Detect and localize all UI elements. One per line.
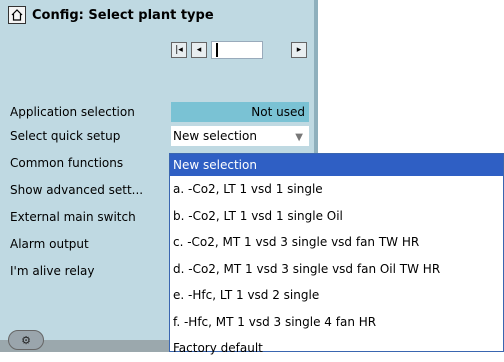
dropdown-option[interactable]: e. -Hfc, LT 1 vsd 2 single <box>170 282 503 309</box>
dropdown-option[interactable]: b. -Co2, LT 1 vsd 1 single Oil <box>170 203 503 230</box>
page-title: Config: Select plant type <box>32 7 214 23</box>
skip-first-icon[interactable]: |◂ <box>171 42 187 58</box>
home-icon[interactable] <box>8 6 26 24</box>
row-label-quick-setup: Select quick setup <box>10 129 121 143</box>
device-icon[interactable]: ⚙ <box>8 330 44 350</box>
quick-setup-dropdown: New selection a. -Co2, LT 1 vsd 1 single… <box>169 153 504 355</box>
dropdown-option[interactable]: f. -Hfc, MT 1 vsd 3 single 4 fan HR <box>170 309 503 336</box>
dropdown-option[interactable]: d. -Co2, MT 1 vsd 3 single vsd fan Oil T… <box>170 256 503 283</box>
row-label-main-switch[interactable]: External main switch <box>10 207 136 227</box>
title-bar: Config: Select plant type <box>8 6 214 24</box>
row-label-advanced[interactable]: Show advanced sett... <box>10 180 143 200</box>
chevron-down-icon[interactable]: ▼ <box>295 128 303 148</box>
page-slider[interactable] <box>211 41 263 59</box>
step-back-icon[interactable]: ◂ <box>191 42 207 58</box>
page-navigator: |◂ ◂ ▸ <box>171 40 307 60</box>
row-label-alive[interactable]: I'm alive relay <box>10 261 95 281</box>
dropdown-option[interactable]: c. -Co2, MT 1 vsd 3 single vsd fan TW HR <box>170 229 503 256</box>
row-label-common[interactable]: Common functions <box>10 153 123 173</box>
slider-thumb[interactable] <box>216 43 218 57</box>
dropdown-option[interactable]: New selection <box>170 154 503 176</box>
row-label-alarm[interactable]: Alarm output <box>10 234 89 254</box>
step-forward-icon[interactable]: ▸ <box>291 42 307 58</box>
dropdown-option[interactable]: Factory default <box>170 335 503 362</box>
row-label-application: Application selection <box>10 105 135 119</box>
quick-setup-select[interactable]: New selection ▼ <box>171 126 309 146</box>
dropdown-option[interactable]: a. -Co2, LT 1 vsd 1 single <box>170 176 503 203</box>
application-value[interactable]: Not used <box>171 102 309 122</box>
quick-setup-value: New selection <box>173 129 257 143</box>
